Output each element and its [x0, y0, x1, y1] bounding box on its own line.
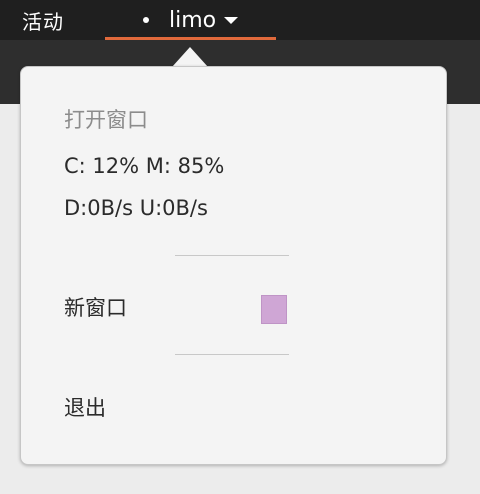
app-name: limo: [169, 7, 217, 33]
app-icon: [143, 17, 149, 23]
cpu-mem-stats: C: 12% M: 85%: [64, 154, 225, 178]
color-swatch: [261, 295, 287, 324]
app-menu-popover: 打开窗口 C: 12% M: 85% D:0B/s U:0B/s 新窗口 退出: [20, 66, 447, 465]
top-panel: 活动 limo: [0, 0, 480, 40]
network-stats: D:0B/s U:0B/s: [64, 196, 208, 220]
popover-arrow: [172, 47, 208, 67]
app-menu-button[interactable]: limo: [105, 0, 276, 40]
chevron-down-icon: [224, 16, 239, 24]
activities-button[interactable]: 活动: [22, 6, 64, 35]
new-window-item[interactable]: 新窗口: [64, 292, 127, 322]
separator: [175, 255, 289, 256]
separator: [175, 354, 289, 355]
quit-item[interactable]: 退出: [64, 392, 106, 422]
menu-heading: 打开窗口: [64, 108, 148, 132]
